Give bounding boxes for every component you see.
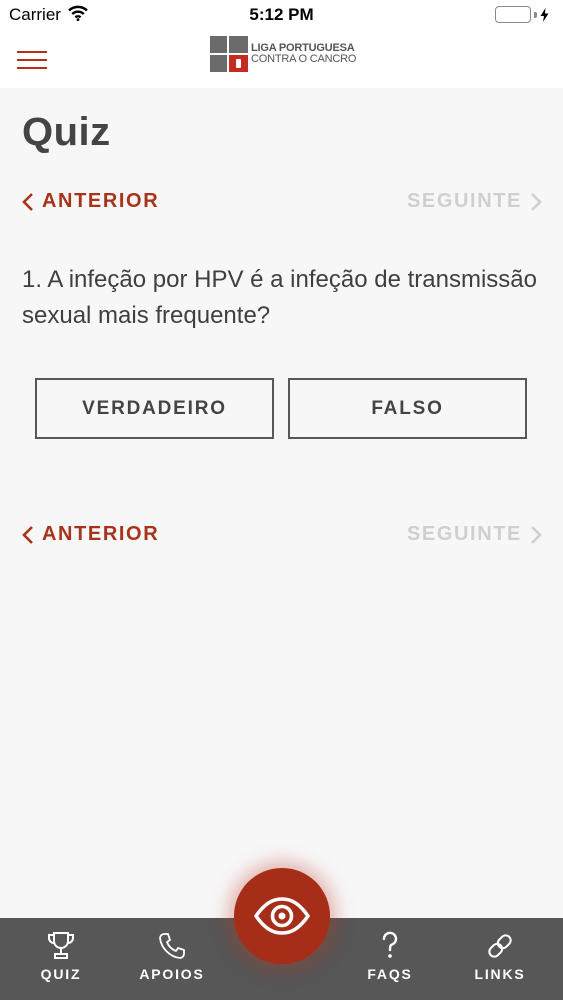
next-button[interactable]: SEGUINTE (407, 190, 542, 213)
tab-quiz-label: QUIZ (40, 966, 82, 982)
clock: 5:12 PM (249, 5, 314, 24)
chevron-right-icon (531, 525, 542, 544)
eye-button[interactable] (234, 868, 330, 964)
battery-icon (495, 6, 549, 23)
pager-top: ANTERIOR SEGUINTE (22, 190, 542, 220)
tab-faqs[interactable]: FAQS (345, 918, 435, 1000)
next-label: SEGUINTE (406, 523, 522, 545)
tab-links[interactable]: LINKS (455, 918, 545, 1000)
status-bar: Carrier 5:12 PM (0, 0, 563, 30)
trophy-icon (47, 930, 75, 962)
next-label: SEGUINTE (406, 190, 522, 212)
logo-mark (210, 36, 248, 72)
logo-text: LIGA PORTUGUESA CONTRA O CANCRO (251, 42, 357, 65)
logo: LIGA PORTUGUESA CONTRA O CANCRO (210, 35, 356, 73)
chevron-left-icon (22, 525, 33, 544)
tab-apoios-label: APOIOS (139, 966, 205, 982)
chevron-right-icon (531, 192, 542, 211)
true-button[interactable]: VERDADEIRO (35, 378, 274, 439)
eye-icon (254, 897, 310, 935)
prev-button[interactable]: ANTERIOR (22, 523, 159, 546)
pager-bottom: ANTERIOR SEGUINTE (22, 523, 542, 553)
hamburger-icon[interactable] (17, 51, 47, 71)
link-icon (485, 930, 515, 962)
tab-faqs-label: FAQS (367, 966, 413, 982)
tab-quiz[interactable]: QUIZ (16, 918, 106, 1000)
page-title: Quiz (22, 110, 111, 154)
next-button[interactable]: SEGUINTE (407, 523, 542, 546)
question-text: 1. A infeção por HPV é a infeção de tran… (22, 266, 537, 329)
false-button[interactable]: FALSO (288, 378, 527, 439)
prev-button[interactable]: ANTERIOR (22, 190, 159, 213)
phone-icon (158, 930, 186, 962)
prev-label: ANTERIOR (42, 190, 160, 212)
nav-bar: LIGA PORTUGUESA CONTRA O CANCRO (0, 30, 563, 88)
tab-apoios[interactable]: APOIOS (127, 918, 217, 1000)
prev-label: ANTERIOR (42, 523, 160, 545)
chevron-left-icon (22, 192, 33, 211)
tab-links-label: LINKS (474, 966, 526, 982)
question-icon (380, 930, 400, 962)
